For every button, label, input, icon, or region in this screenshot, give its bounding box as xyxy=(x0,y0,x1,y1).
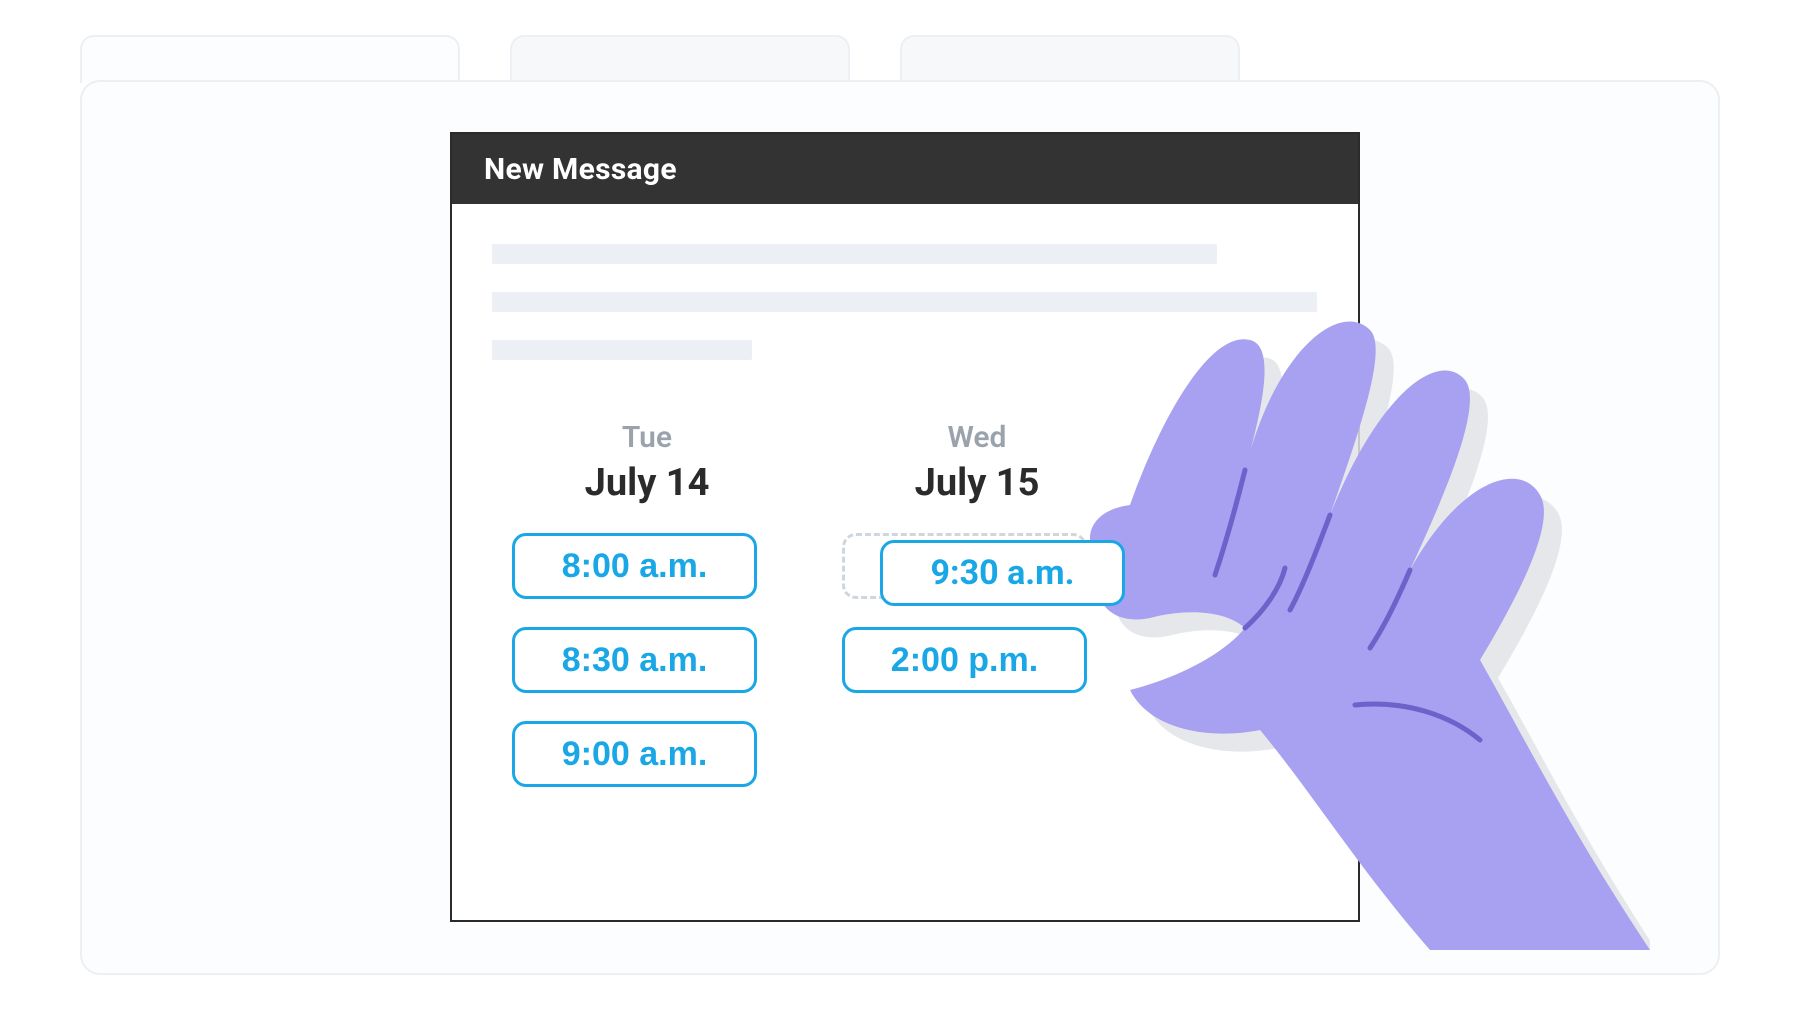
time-slot-button[interactable]: 8:00 a.m. xyxy=(512,533,757,599)
time-slot-button[interactable]: 2:00 p.m. xyxy=(842,627,1087,693)
date-label: July 14 xyxy=(512,461,782,505)
time-slot-dragged[interactable]: 9:30 a.m. xyxy=(880,540,1125,606)
placeholder-line-2 xyxy=(492,292,1317,312)
folder-tab-3 xyxy=(900,35,1240,83)
placeholder-line-1 xyxy=(492,244,1217,264)
time-slot-button[interactable]: 8:30 a.m. xyxy=(512,627,757,693)
message-title: New Message xyxy=(484,152,677,187)
time-slot-button[interactable]: 9:00 a.m. xyxy=(512,721,757,787)
day-of-week: Tue xyxy=(512,420,782,455)
folder-tab-2 xyxy=(510,35,850,83)
message-window: New Message Tue July 14 8:00 a.m. 8:30 a… xyxy=(450,132,1360,922)
day-of-week: Wed xyxy=(842,420,1112,455)
placeholder-line-3 xyxy=(492,340,752,360)
message-body: Tue July 14 8:00 a.m. 8:30 a.m. 9:00 a.m… xyxy=(452,204,1358,845)
date-label: July 15 xyxy=(842,461,1112,505)
message-titlebar: New Message xyxy=(452,134,1358,204)
schedule-columns: Tue July 14 8:00 a.m. 8:30 a.m. 9:00 a.m… xyxy=(492,420,1318,815)
schedule-column-tue: Tue July 14 8:00 a.m. 8:30 a.m. 9:00 a.m… xyxy=(512,420,782,815)
folder-tab-1 xyxy=(80,35,460,83)
schedule-column-wed: Wed July 15 2:00 p.m. xyxy=(842,420,1112,815)
